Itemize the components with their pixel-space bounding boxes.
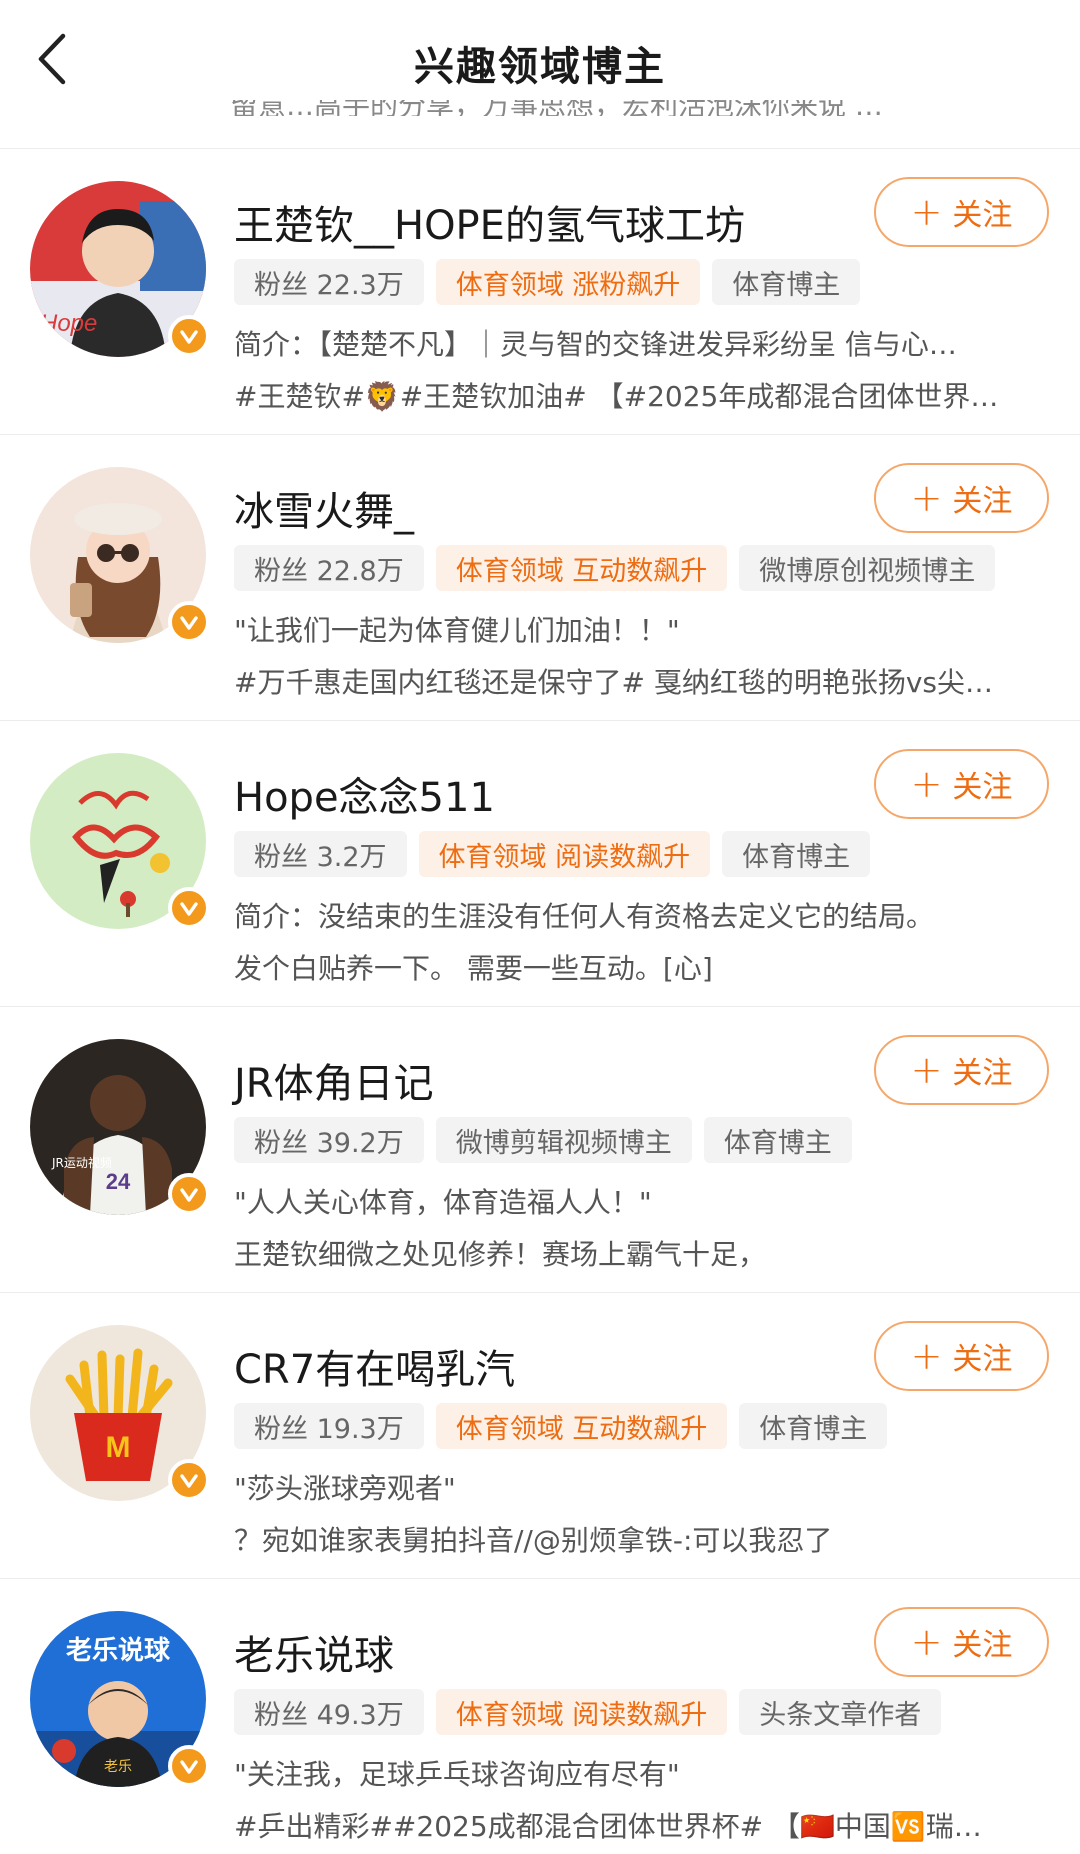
fans-count-tag: 粉丝 22.3万 [234,259,424,305]
tag-row: 粉丝 22.8万 体育领域 互动数飙升 微博原创视频博主 [234,545,996,593]
highlight-tag: 体育领域 互动数飙升 [435,1403,728,1449]
follow-button[interactable]: + 关注 [874,177,1049,247]
follow-button[interactable]: + 关注 [874,463,1049,533]
highlight-tag: 体育领域 阅读数飙升 [435,1689,728,1735]
verified-badge-icon [168,1459,210,1501]
blogger-name[interactable]: CR7有在喝乳汽 [234,1337,515,1395]
avatar-shirt-text: 老乐 [104,1759,132,1775]
category-tag: 体育博主 [712,259,861,305]
blogger-name[interactable]: 冰雪火舞_ [234,479,414,537]
svg-text:M: M [106,1431,131,1464]
fans-count-tag: 粉丝 39.2万 [234,1117,424,1163]
recent-post-text: #万千惠走国内红毯还是保守了# 戛纳红毯的明艳张扬vs尖… [234,666,993,699]
tag-row: 粉丝 39.2万 微博剪辑视频博主 体育博主 [234,1117,852,1165]
tag-row: 粉丝 19.3万 体育领域 互动数飙升 体育博主 [234,1403,888,1451]
blogger-list: Hope 王楚钦__HOPE的氢气球工坊 + 关注 粉丝 22.3万 体育领域 … [0,148,1080,1854]
highlight-tag: 体育领域 涨粉飙升 [435,259,701,305]
plus-icon: + [910,1048,943,1092]
plus-icon: + [910,1620,943,1664]
bio-text: "人人关心体育，体育造福人人！" [234,1186,652,1219]
follow-button[interactable]: + 关注 [874,1607,1049,1677]
svg-text:24: 24 [106,1169,131,1194]
bio-text: "让我们一起为体育健儿们加油！！" [234,614,680,647]
category-tag: 体育博主 [703,1117,852,1163]
category-tag: 体育博主 [739,1403,888,1449]
category-tag: 头条文章作者 [739,1689,942,1735]
follow-button[interactable]: + 关注 [874,749,1049,819]
verified-badge-icon [168,887,210,929]
partial-text: 留意…高手的分享，万事思想，宏利活泡沫你来说 … [230,100,883,116]
verified-badge-icon [168,1173,210,1215]
list-item[interactable]: M CR7有在喝乳汽 + 关注 粉丝 19.3万 体育领域 互动数飙升 体育博主… [0,1292,1080,1578]
previous-item-partial: 留意…高手的分享，万事思想，宏利活泡沫你来说 … [0,100,1080,116]
list-item[interactable]: Hope 王楚钦__HOPE的氢气球工坊 + 关注 粉丝 22.3万 体育领域 … [0,148,1080,434]
bio-text: 简介：【楚楚不凡】｜灵与智的交锋进发异彩纷呈 信与心… [234,328,957,361]
fans-count-tag: 粉丝 22.8万 [234,545,424,591]
list-item[interactable]: 24 JR运动视频 JR体角日记 + 关注 粉丝 39.2万 微博剪辑视频博主 … [0,1006,1080,1292]
blogger-name[interactable]: Hope念念511 [234,765,495,823]
recent-post-text: ？宛如谁家表舅拍抖音//@别烦拿铁-:可以我忍了 [234,1524,833,1557]
follow-button[interactable]: + 关注 [874,1035,1049,1105]
recent-post-text: #王楚钦#🦁#王楚钦加油# 【#2025年成都混合团体世界… [234,380,999,413]
tag-row: 粉丝 49.3万 体育领域 阅读数飙升 头条文章作者 [234,1689,942,1737]
top-bar: 兴趣领域博主 留意…高手的分享，万事思想，宏利活泡沫你来说 … [0,0,1080,116]
svg-text:Hope: Hope [40,310,97,337]
plus-icon: + [910,1334,943,1378]
avatar-caption: JR运动视频 [51,1155,112,1170]
tag-row: 粉丝 22.3万 体育领域 涨粉飙升 体育博主 [234,259,861,307]
follow-button[interactable]: + 关注 [874,1321,1049,1391]
highlight-tag: 体育领域 互动数飙升 [435,545,728,591]
verified-badge-icon [168,315,210,357]
follow-label: 关注 [952,770,1013,805]
verified-badge-icon [168,601,210,643]
category-tag: 体育博主 [722,831,871,877]
fans-count-tag: 粉丝 19.3万 [234,1403,424,1449]
tag-row: 粉丝 3.2万 体育领域 阅读数飙升 体育博主 [234,831,871,879]
plus-icon: + [910,762,943,806]
list-item[interactable]: 冰雪火舞_ + 关注 粉丝 22.8万 体育领域 互动数飙升 微博原创视频博主 … [0,434,1080,720]
follow-label: 关注 [952,198,1013,233]
plus-icon: + [910,476,943,520]
list-item[interactable]: 老乐说球 老乐 老乐说球 + 关注 粉丝 49.3万 体育领域 阅读数飙升 头条… [0,1578,1080,1854]
category-tag: 微博原创视频博主 [739,545,996,591]
follow-label: 关注 [952,1628,1013,1663]
page-title: 兴趣领域博主 [414,44,666,90]
fans-count-tag: 粉丝 3.2万 [234,831,407,877]
follow-label: 关注 [952,484,1013,519]
recent-post-text: 发个白贴养一下。 需要一些互动。[心] [234,952,713,985]
bio-text: 简介：没结束的生涯没有任何人有资格去定义它的结局。 [234,900,935,933]
bio-text: "莎头涨球旁观者" [234,1472,456,1505]
recent-post-text: 王楚钦细微之处见修养！赛场上霸气十足， [234,1238,767,1271]
list-item[interactable]: Hope念念511 + 关注 粉丝 3.2万 体育领域 阅读数飙升 体育博主 简… [0,720,1080,1006]
follow-label: 关注 [952,1056,1013,1091]
verified-badge-icon [168,1745,210,1787]
fans-count-tag: 粉丝 49.3万 [234,1689,424,1735]
bio-text: "关注我，足球乒乓球咨询应有尽有" [234,1758,680,1791]
blogger-name[interactable]: 王楚钦__HOPE的氢气球工坊 [234,193,745,251]
blogger-name[interactable]: JR体角日记 [234,1051,434,1109]
plus-icon: + [910,190,943,234]
blogger-name[interactable]: 老乐说球 [234,1623,394,1681]
avatar-caption: 老乐说球 [66,1636,171,1666]
recent-post-text: #乒出精彩##2025成都混合团体世界杯# 【🇨🇳中国🆚瑞… [234,1810,982,1843]
highlight-tag: 体育领域 阅读数飙升 [418,831,711,877]
follow-label: 关注 [952,1342,1013,1377]
highlight-tag: 微博剪辑视频博主 [435,1117,692,1163]
